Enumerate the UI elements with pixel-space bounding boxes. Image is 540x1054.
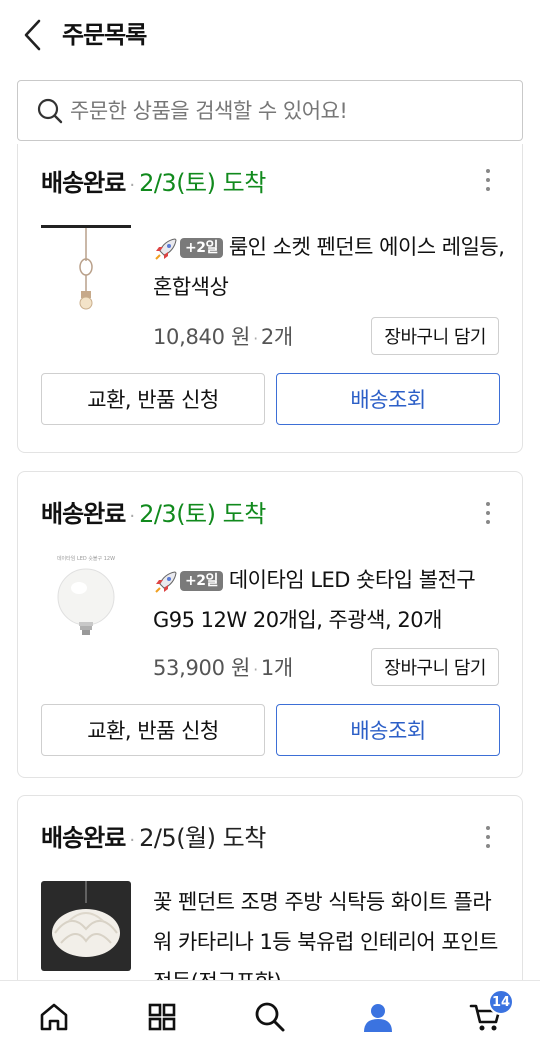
- order-card: 배송완료 · 2/3(토) 도착 데이타임 LED 숏볼구 12W +2일 데이…: [17, 471, 523, 778]
- bottom-navigation: 14: [0, 980, 540, 1054]
- product-quantity: 2개: [260, 325, 293, 349]
- product-name[interactable]: 꽃 펜던트 조명 주방 식탁등 화이트 플라워 카타리나 1등 북유럽 인테리어…: [153, 882, 505, 980]
- arrival-date: 2/3(토) 도착: [139, 169, 266, 197]
- order-search-input[interactable]: [70, 91, 510, 131]
- order-status-line: 배송완료 · 2/3(토) 도착: [41, 163, 266, 199]
- more-options-icon[interactable]: [484, 502, 492, 530]
- product-price: 53,900 원: [153, 656, 251, 680]
- badge-group: +2일: [153, 568, 223, 594]
- my-page-icon[interactable]: [356, 995, 400, 1039]
- thumbnail-caption: 데이타임 LED 숏볼구 12W: [57, 555, 115, 562]
- more-options-icon[interactable]: [484, 826, 492, 854]
- order-card: 배송완료 · 2/5(월) 도착 꽃 펜던트 조명 주방 식탁등 화이트 플라워…: [17, 795, 523, 980]
- order-list: 배송완료 · 2/3(토) 도착 +2일 룸인 소켓 펜던트 에이스 레일등, …: [0, 144, 540, 980]
- add-to-cart-button[interactable]: 장바구니 담기: [371, 648, 499, 686]
- plus-days-badge: +2일: [180, 571, 223, 591]
- order-status-line: 배송완료 · 2/5(월) 도착: [41, 818, 266, 854]
- cart-count-badge: 14: [488, 989, 514, 1015]
- order-search-box[interactable]: [17, 80, 523, 141]
- rocket-delivery-icon: [153, 235, 179, 261]
- order-card: 배송완료 · 2/3(토) 도착 +2일 룸인 소켓 펜던트 에이스 레일등, …: [17, 144, 523, 453]
- page-title: 주문목록: [62, 21, 147, 49]
- separator-dot: ·: [253, 660, 258, 679]
- more-options-icon[interactable]: [484, 169, 492, 197]
- product-thumbnail[interactable]: [41, 221, 131, 311]
- price-line: 10,840 원 · 2개: [153, 321, 293, 351]
- separator-dot: ·: [129, 506, 136, 527]
- order-status-line: 배송완료 · 2/3(토) 도착: [41, 494, 266, 530]
- add-to-cart-button[interactable]: 장바구니 담기: [371, 317, 499, 355]
- product-name-block[interactable]: +2일 데이타임 LED 숏타입 볼전구 G95 12W 20개입, 주광색, …: [153, 560, 505, 640]
- product-price: 10,840 원: [153, 325, 251, 349]
- separator-dot: ·: [253, 329, 258, 348]
- arrival-date: 2/5(월) 도착: [139, 824, 266, 852]
- price-line: 53,900 원 · 1개: [153, 652, 293, 682]
- category-icon[interactable]: [140, 995, 184, 1039]
- back-arrow-icon[interactable]: [18, 18, 48, 52]
- rocket-delivery-icon: [153, 568, 179, 594]
- arrival-date: 2/3(토) 도착: [139, 500, 266, 528]
- product-quantity: 1개: [260, 656, 293, 680]
- product-name-block[interactable]: +2일 룸인 소켓 펜던트 에이스 레일등, 혼합색상: [153, 227, 505, 307]
- exchange-return-button[interactable]: 교환, 반품 신청: [41, 704, 265, 756]
- delivery-status: 배송완료: [41, 824, 126, 852]
- separator-dot: ·: [129, 175, 136, 196]
- delivery-status: 배송완료: [41, 500, 126, 528]
- track-delivery-button[interactable]: 배송조회: [276, 373, 500, 425]
- product-thumbnail[interactable]: 데이타임 LED 숏볼구 12W: [41, 552, 131, 642]
- app-header: 주문목록: [0, 0, 540, 72]
- separator-dot: ·: [129, 830, 136, 851]
- badge-group: +2일: [153, 235, 223, 261]
- search-icon[interactable]: [248, 995, 292, 1039]
- exchange-return-button[interactable]: 교환, 반품 신청: [41, 373, 265, 425]
- track-delivery-button[interactable]: 배송조회: [276, 704, 500, 756]
- product-thumbnail[interactable]: [41, 881, 131, 971]
- home-icon[interactable]: [32, 995, 76, 1039]
- plus-days-badge: +2일: [180, 238, 223, 258]
- cart-icon[interactable]: 14: [464, 989, 514, 1039]
- delivery-status: 배송완료: [41, 169, 126, 197]
- search-icon: [36, 97, 64, 125]
